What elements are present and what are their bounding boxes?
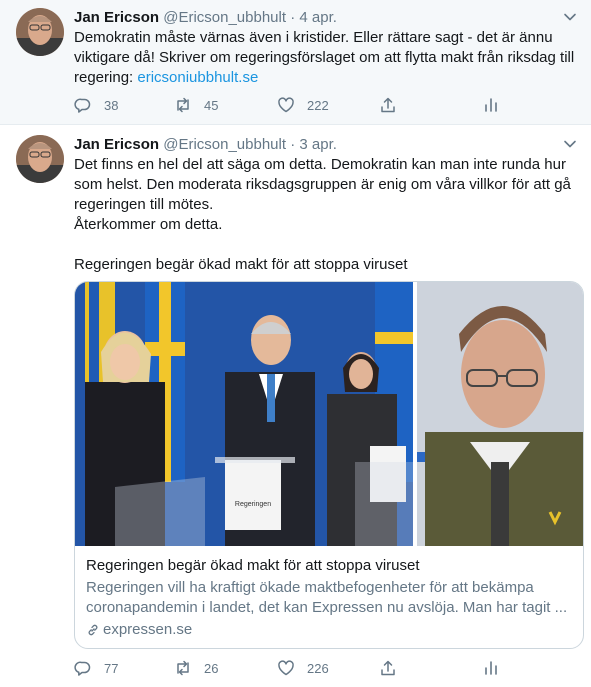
analytics-button[interactable] <box>482 95 500 115</box>
card-description-line: Regeringen vill ha kraftigt ökade maktbe… <box>86 579 534 596</box>
reply-count: 38 <box>104 97 119 113</box>
analytics-icon <box>485 661 497 675</box>
separator: · <box>290 136 296 153</box>
tweet-actions: 38 45 222 <box>74 95 574 115</box>
tweet-text: Det finns en hel del att säga om detta. … <box>74 155 584 275</box>
tweet-text-line: Återkommer om detta. <box>74 216 223 233</box>
display-name[interactable]: Jan Ericson <box>74 136 159 153</box>
avatar[interactable] <box>16 8 64 56</box>
retweet-icon <box>177 660 189 676</box>
card-image: Regeringen <box>75 282 583 546</box>
reply-count: 77 <box>104 660 119 676</box>
analytics-icon <box>485 98 497 112</box>
retweet-button[interactable]: 26 <box>174 658 218 678</box>
card-description-line: coronapandemin i landet, det kan Express… <box>86 599 568 616</box>
avatar[interactable] <box>16 135 64 183</box>
tweet[interactable]: Jan Ericson @Ericson_ubbhult · 4 apr. De… <box>0 0 591 125</box>
podium-sign: Regeringen <box>235 501 271 508</box>
like-count: 222 <box>307 97 329 113</box>
chevron-down-icon[interactable] <box>563 137 577 151</box>
like-button[interactable]: 226 <box>277 658 329 678</box>
tweet-text: Demokratin måste värnas även i kristider… <box>74 28 584 88</box>
link-card[interactable]: Regeringen Regeringen begär ökad makt fö… <box>74 281 584 649</box>
like-icon <box>278 97 294 113</box>
tweet-text-line: Regeringen begär ökad makt för att stopp… <box>74 256 408 273</box>
reply-icon <box>74 98 91 113</box>
share-icon <box>381 660 395 676</box>
tweet-text-prefix: regering: <box>74 69 138 86</box>
tweet-actions: 77 26 226 <box>74 658 574 678</box>
analytics-button[interactable] <box>482 658 500 678</box>
tweet-date[interactable]: 4 apr. <box>299 9 337 26</box>
share-button[interactable] <box>379 658 397 678</box>
tweet-text-line: regering: ericsoniubbhult.se <box>74 68 584 88</box>
tweet-text-line: viktigare då! Skriver om regeringsförsla… <box>74 49 575 66</box>
separator: · <box>290 9 296 26</box>
user-handle[interactable]: @Ericson_ubbhult <box>163 136 286 153</box>
retweet-count: 26 <box>204 660 219 676</box>
reply-button[interactable]: 77 <box>74 658 118 678</box>
tweet-date[interactable]: 3 apr. <box>299 136 337 153</box>
display-name[interactable]: Jan Ericson <box>74 9 159 26</box>
tweet-text-line: som helst. Den moderata riksdagsgruppen … <box>74 176 571 193</box>
retweet-icon <box>177 97 189 113</box>
tweet-header: Jan Ericson @Ericson_ubbhult · 4 apr. <box>74 8 337 28</box>
reply-icon <box>74 661 91 676</box>
chevron-down-icon[interactable] <box>563 10 577 24</box>
tweet-link[interactable]: ericsoniubbhult.se <box>137 69 258 86</box>
card-domain: expressen.se <box>86 620 572 640</box>
card-body: Regeringen begär ökad makt för att stopp… <box>86 556 572 640</box>
like-icon <box>278 660 294 676</box>
tweet[interactable]: Jan Ericson @Ericson_ubbhult · 3 apr. De… <box>0 125 591 687</box>
avatar-photo <box>16 8 64 56</box>
tweet-text-line: Det finns en hel del att säga om detta. … <box>74 156 566 173</box>
like-count: 226 <box>307 660 329 676</box>
like-button[interactable]: 222 <box>277 95 329 115</box>
share-icon <box>381 97 395 113</box>
card-title[interactable]: Regeringen begär ökad makt för att stopp… <box>86 556 572 576</box>
avatar-photo <box>16 135 64 183</box>
link-icon <box>88 624 98 636</box>
card-description: Regeringen vill ha kraftigt ökade maktbe… <box>86 578 572 618</box>
tweet-header: Jan Ericson @Ericson_ubbhult · 3 apr. <box>74 135 337 155</box>
tweet-text-line: Demokratin måste värnas även i kristider… <box>74 29 553 46</box>
reply-button[interactable]: 38 <box>74 95 118 115</box>
tweet-text-line: regeringen till mötes. <box>74 196 214 213</box>
user-handle[interactable]: @Ericson_ubbhult <box>163 9 286 26</box>
card-domain-text: expressen.se <box>103 621 193 638</box>
retweet-count: 45 <box>204 97 219 113</box>
retweet-button[interactable]: 45 <box>174 95 218 115</box>
share-button[interactable] <box>379 95 397 115</box>
